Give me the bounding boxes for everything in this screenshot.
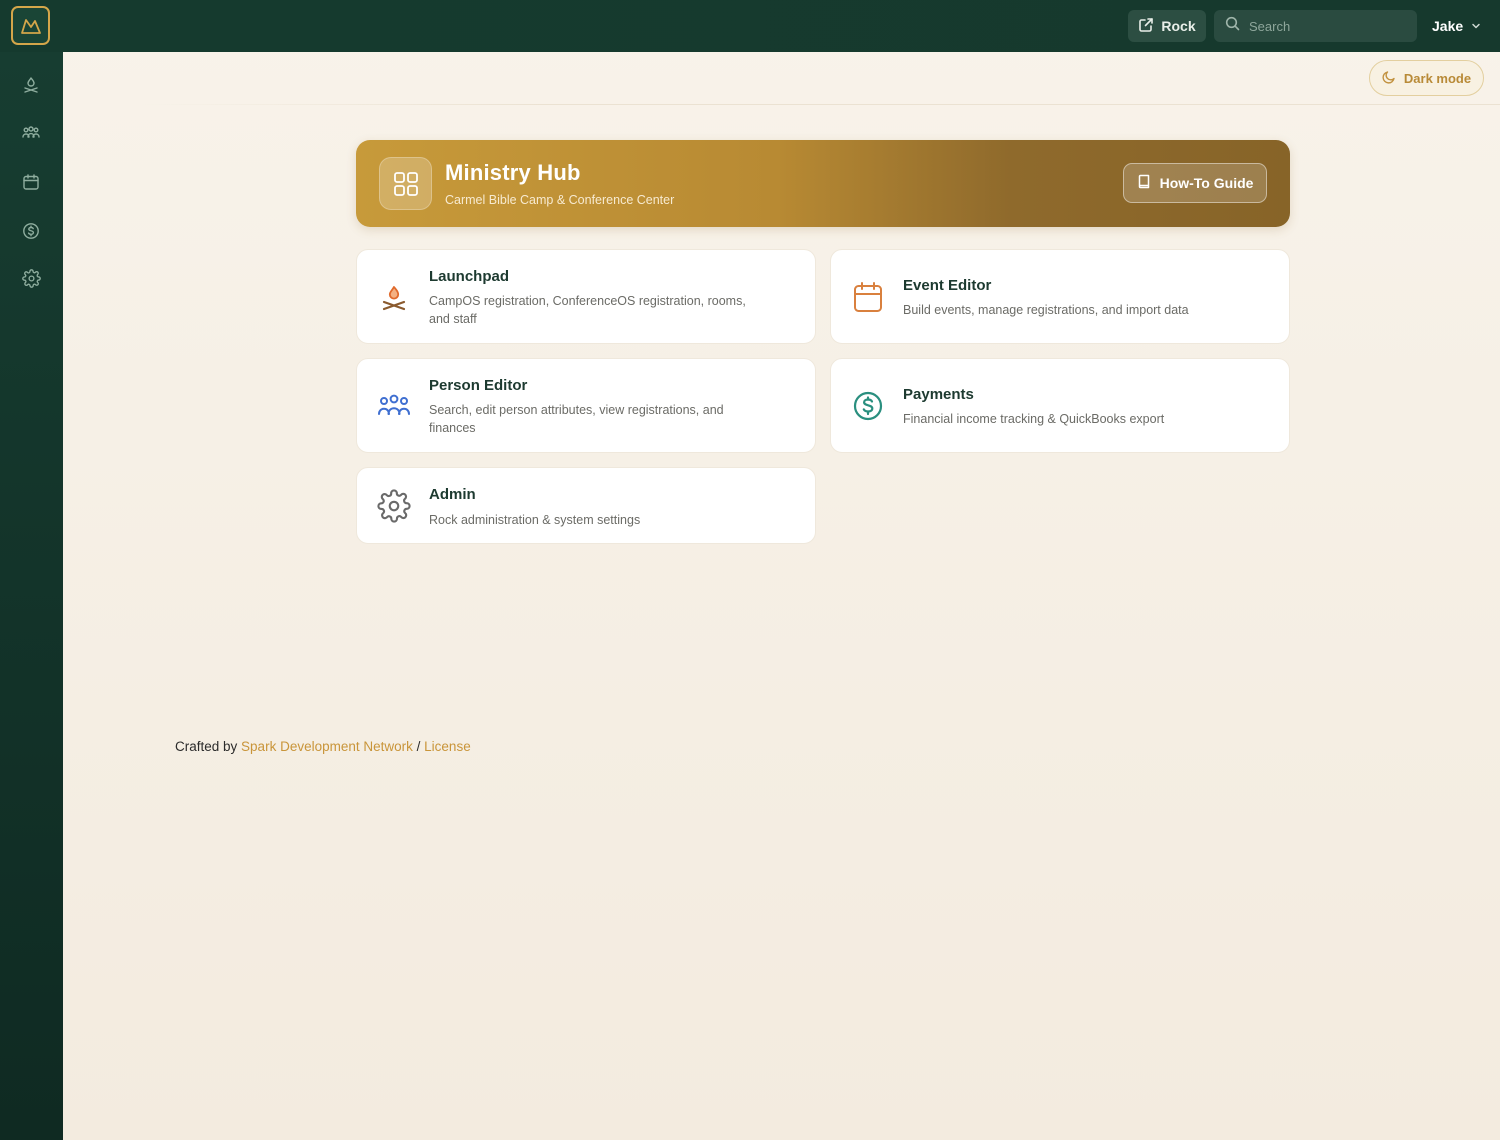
book-icon [1137,174,1151,192]
footer-separator: / [416,739,421,754]
search-input[interactable] [1249,18,1399,34]
sidebar-item-payments[interactable] [19,221,43,245]
spark-link[interactable]: Spark Development Network [241,739,413,754]
search-icon [1225,16,1240,36]
card-admin[interactable]: Admin Rock administration & system setti… [356,467,816,544]
sidebar-item-calendar[interactable] [19,172,43,196]
sidebar-item-launchpad[interactable] [19,75,43,99]
card-payments[interactable]: Payments Financial income tracking & Qui… [830,358,1290,453]
calendar-icon [22,173,40,196]
card-title: Person Editor [429,377,528,394]
calendar-icon [851,280,885,314]
sidebar [0,52,63,1140]
people-icon [22,124,40,147]
rock-button-label: Rock [1161,18,1196,34]
card-description: Build events, manage registrations, and … [903,303,1189,317]
page-subtitle: Carmel Bible Camp & Conference Center [445,193,675,207]
user-menu[interactable]: Jake [1432,10,1481,42]
search-box[interactable] [1214,10,1417,42]
dark-mode-label: Dark mode [1403,70,1472,86]
sidebar-item-settings[interactable] [19,269,43,293]
campfire-icon [377,281,411,315]
page-title: Ministry Hub [445,160,581,185]
card-title: Launchpad [429,268,510,285]
campfire-icon [22,76,40,99]
dark-mode-toggle[interactable]: Dark mode [1369,60,1484,96]
header-divider [140,104,1500,105]
card-event-editor[interactable]: Event Editor Build events, manage regist… [830,249,1290,344]
gear-icon [21,269,41,293]
dollar-icon [22,222,40,245]
how-to-guide-label: How-To Guide [1159,175,1254,191]
grid-icon [379,157,432,210]
card-description: CampOS registration, ConferenceOS regist… [429,294,746,326]
people-icon [377,389,411,423]
hero-banner: Ministry Hub Carmel Bible Camp & Confere… [356,140,1290,227]
card-title: Payments [903,386,974,403]
card-title: Admin [429,486,476,503]
card-title: Event Editor [903,277,992,294]
footer-prefix: Crafted by [175,739,238,754]
external-link-icon [1138,17,1154,36]
gear-icon [377,489,411,523]
card-description: Search, edit person attributes, view reg… [429,403,724,435]
moon-icon [1382,70,1396,87]
license-link[interactable]: License [424,739,471,754]
top-bar: Rock Jake [0,0,1500,52]
dollar-icon [851,389,885,423]
card-description: Rock administration & system settings [429,513,641,527]
rock-button[interactable]: Rock [1128,10,1206,42]
card-description: Financial income tracking & QuickBooks e… [903,412,1165,426]
card-launchpad[interactable]: Launchpad CampOS registration, Conferenc… [356,249,816,344]
how-to-guide-button[interactable]: How-To Guide [1123,163,1267,203]
chevron-down-icon [1471,18,1481,34]
user-name: Jake [1432,18,1464,34]
footer: Crafted by Spark Development Network / L… [175,739,471,754]
mountain-logo-icon[interactable] [11,6,50,45]
card-person-editor[interactable]: Person Editor Search, edit person attrib… [356,358,816,453]
sidebar-item-people[interactable] [19,123,43,147]
